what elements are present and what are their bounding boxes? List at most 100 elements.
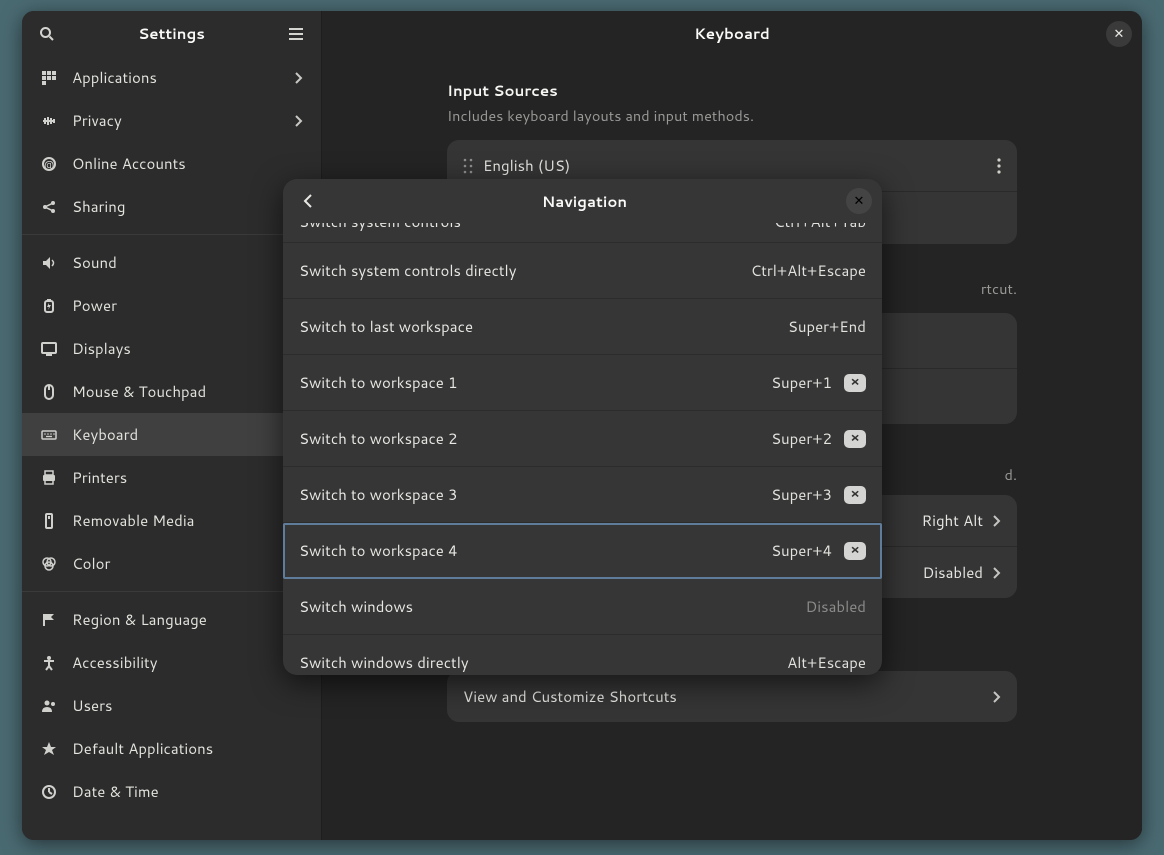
sound-icon — [40, 254, 58, 272]
sidebar-separator — [22, 591, 321, 592]
sidebar-item-users[interactable]: Users — [22, 684, 321, 727]
sidebar-item-label: Applications — [72, 67, 157, 88]
close-icon[interactable]: ✕ — [1106, 21, 1132, 47]
shortcut-label: Switch to workspace 4 — [299, 540, 771, 561]
printers-icon — [40, 469, 58, 487]
shortcut-row[interactable]: Switch to workspace 4Super+4 — [283, 523, 882, 579]
sidebar-item-accessibility[interactable]: Accessibility — [22, 641, 321, 684]
shortcut-label: Switch to workspace 3 — [299, 484, 771, 505]
sidebar-item-color[interactable]: Color — [22, 542, 321, 585]
shortcut-value: Super+3 — [771, 484, 832, 505]
shortcut-label: Switch system controls — [299, 223, 774, 232]
sidebar-item-sound[interactable]: Sound — [22, 241, 321, 284]
shortcuts-card: View and Customize Shortcuts — [447, 671, 1017, 722]
sidebar-item-online-accounts[interactable]: @Online Accounts — [22, 142, 321, 185]
chevron-right-icon — [295, 115, 303, 127]
sidebar-item-label: Keyboard — [72, 424, 138, 445]
removable-icon — [40, 512, 58, 530]
modal-title: Navigation — [323, 191, 846, 212]
shortcut-value: Ctrl+Alt+Escape — [751, 260, 866, 281]
users-icon — [40, 697, 58, 715]
online-icon: @ — [40, 155, 58, 173]
sidebar-item-printers[interactable]: Printers — [22, 456, 321, 499]
sidebar-item-mouse-touchpad[interactable]: Mouse & Touchpad — [22, 370, 321, 413]
section-subtitle: Includes keyboard layouts and input meth… — [447, 105, 1017, 126]
sidebar-item-removable-media[interactable]: Removable Media — [22, 499, 321, 542]
sidebar: Settings Applications Privacy@Online Acco… — [22, 11, 322, 840]
shortcut-value: Super+1 — [771, 372, 832, 393]
sidebar-item-label: Sound — [72, 252, 117, 273]
defapps-icon — [40, 740, 58, 758]
svg-text:@: @ — [44, 158, 54, 172]
sidebar-item-privacy[interactable]: Privacy — [22, 99, 321, 142]
reset-shortcut-icon[interactable] — [844, 486, 866, 504]
sidebar-item-label: Power — [72, 295, 117, 316]
shortcut-row[interactable]: Switch system controls directlyCtrl+Alt+… — [283, 243, 882, 299]
sidebar-item-label: Sharing — [72, 196, 125, 217]
close-icon[interactable]: ✕ — [846, 188, 872, 214]
privacy-icon — [40, 112, 58, 130]
chevron-right-icon — [993, 515, 1001, 527]
section-title-input-sources: Input Sources — [447, 80, 1017, 101]
shortcut-row[interactable]: Switch to workspace 1Super+1 — [283, 355, 882, 411]
shortcut-row[interactable]: Switch to workspace 3Super+3 — [283, 467, 882, 523]
sidebar-item-region-language[interactable]: Region & Language — [22, 598, 321, 641]
sidebar-item-label: Removable Media — [72, 510, 194, 531]
sidebar-separator — [22, 234, 321, 235]
apps-icon — [40, 69, 58, 87]
shortcut-row[interactable]: Switch system controlsCtrl+Alt+Tab — [283, 223, 882, 243]
navigation-modal: Navigation ✕ Switch system controlsCtrl+… — [283, 179, 882, 675]
region-icon — [40, 611, 58, 629]
keyboard-icon — [40, 426, 58, 444]
kebab-icon[interactable] — [997, 158, 1001, 174]
chevron-right-icon — [993, 567, 1001, 579]
sidebar-item-applications[interactable]: Applications — [22, 56, 321, 99]
sidebar-item-label: Color — [72, 553, 110, 574]
input-source-label: English (US) — [483, 155, 997, 176]
view-shortcuts-row[interactable]: View and Customize Shortcuts — [447, 671, 1017, 722]
reset-shortcut-icon[interactable] — [844, 542, 866, 560]
reset-shortcut-icon[interactable] — [844, 374, 866, 392]
sidebar-item-label: Displays — [72, 338, 131, 359]
shortcut-value: Super+End — [788, 316, 866, 337]
shortcut-row[interactable]: Switch windowsDisabled — [283, 579, 882, 635]
shortcut-label: Switch to workspace 2 — [299, 428, 771, 449]
shortcut-row[interactable]: Switch windows directlyAlt+Escape — [283, 635, 882, 675]
sidebar-item-label: Printers — [72, 467, 127, 488]
sharing-icon — [40, 198, 58, 216]
main-header: Keyboard ✕ — [322, 11, 1142, 56]
sidebar-item-keyboard[interactable]: Keyboard — [22, 413, 321, 456]
back-icon[interactable] — [293, 194, 323, 208]
sidebar-item-label: Mouse & Touchpad — [72, 381, 206, 402]
sidebar-item-label: Users — [72, 695, 112, 716]
sidebar-header: Settings — [22, 11, 321, 56]
search-icon[interactable] — [32, 26, 62, 42]
hamburger-icon[interactable] — [281, 27, 311, 41]
special-value-1: Right Alt — [922, 510, 983, 531]
modal-body: Switch system controlsCtrl+Alt+TabSwitch… — [283, 223, 882, 675]
shortcut-label: Switch to workspace 1 — [299, 372, 771, 393]
special-value-2: Disabled — [923, 562, 983, 583]
sidebar-item-label: Date & Time — [72, 781, 159, 802]
page-title: Keyboard — [358, 23, 1106, 44]
shortcut-row[interactable]: Switch to last workspaceSuper+End — [283, 299, 882, 355]
sidebar-item-sharing[interactable]: Sharing — [22, 185, 321, 228]
shortcut-row[interactable]: Switch to workspace 2Super+2 — [283, 411, 882, 467]
color-icon — [40, 555, 58, 573]
sidebar-item-label: Default Applications — [72, 738, 213, 759]
mouse-icon — [40, 383, 58, 401]
reset-shortcut-icon[interactable] — [844, 430, 866, 448]
sidebar-item-displays[interactable]: Displays — [22, 327, 321, 370]
drag-handle-icon[interactable] — [463, 158, 473, 174]
shortcut-label: Switch system controls directly — [299, 260, 751, 281]
datetime-icon — [40, 783, 58, 801]
shortcut-value: Ctrl+Alt+Tab — [774, 223, 866, 232]
shortcut-value: Alt+Escape — [787, 652, 866, 673]
chevron-right-icon — [295, 72, 303, 84]
sidebar-item-date-time[interactable]: Date & Time — [22, 770, 321, 813]
sidebar-item-power[interactable]: Power — [22, 284, 321, 327]
view-shortcuts-label: View and Customize Shortcuts — [463, 686, 993, 707]
sidebar-item-default-applications[interactable]: Default Applications — [22, 727, 321, 770]
app-title: Settings — [62, 23, 281, 44]
sidebar-item-label: Accessibility — [72, 652, 158, 673]
